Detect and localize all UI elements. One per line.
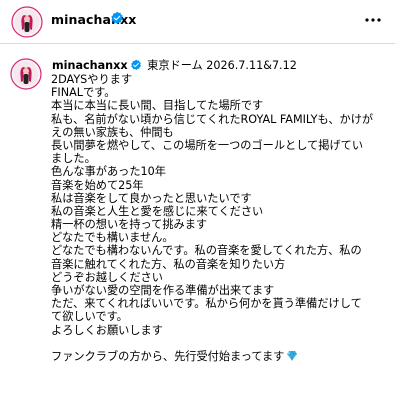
caption-avatar[interactable] bbox=[10, 58, 42, 90]
caption-line: て欲しいです。 bbox=[51, 310, 128, 324]
more-options-icon[interactable] bbox=[364, 10, 382, 30]
verified-badge-icon bbox=[130, 59, 141, 71]
caption-line: 音楽を始めて25年 bbox=[51, 178, 144, 192]
caption-line: どなたでも構わないんです。私の音楽を愛してくれた方、私の bbox=[51, 244, 362, 258]
caption-line: 本当に本当に長い間、目指してた場所です bbox=[51, 99, 264, 113]
caption-line: ただ、来てくれればいいです。私から何かを貰う準備だけして bbox=[51, 297, 362, 311]
caption-line: 私は音楽をして良かったと思いたいです bbox=[51, 191, 252, 205]
caption-text: 2DAYSやります FINALです。 本当に本当に長い間、目指してた場所です 私… bbox=[51, 73, 387, 363]
caption-line: 精一杯の想いを持って挑みます bbox=[51, 218, 208, 232]
gem-icon bbox=[287, 350, 298, 361]
caption-location-date: 東京ドーム 2026.7.11&7.12 bbox=[147, 59, 297, 72]
caption-final-line: ファンクラブの方から、先行受付始まってます bbox=[51, 350, 387, 363]
post-caption-area: minachanxx 東京ドーム 2026.7.11&7.12 2DAYSやりま… bbox=[0, 44, 395, 394]
caption-line: 私の音楽と人生と愛を感じに来てください bbox=[51, 204, 264, 218]
caption-line: どなたでも構いません。 bbox=[51, 231, 174, 245]
verified-badge-icon bbox=[111, 11, 123, 24]
caption-line: えの無い家族も、仲間も bbox=[51, 125, 174, 139]
caption-line: 私も、名前がない頃から信じてくれたROYAL FAMILYも、かけが bbox=[51, 112, 374, 126]
caption-line: 長い間夢を燃やして、この場所を一つのゴールとして掲げてい bbox=[51, 138, 364, 152]
caption-line: 音楽に触れてくれた方、私の音楽を知りたい方 bbox=[51, 257, 286, 271]
caption-line: よろしくお願いします bbox=[51, 323, 163, 337]
caption-line: どうぞお越しください bbox=[51, 270, 163, 284]
profile-avatar[interactable] bbox=[11, 6, 43, 38]
caption-line: ました。 bbox=[51, 152, 96, 166]
post-header: minachanxx bbox=[0, 0, 395, 44]
caption-line: ファンクラブの方から、先行受付始まってます bbox=[51, 349, 285, 363]
caption-line: 争いがない愛の空間を作る準備が出来てます bbox=[51, 284, 275, 297]
caption-line: FINALです。 bbox=[51, 86, 116, 100]
caption-header: minachanxx 東京ドーム 2026.7.11&7.12 bbox=[52, 59, 297, 73]
caption-username[interactable]: minachanxx bbox=[52, 59, 128, 72]
caption-line: 2DAYSやります bbox=[51, 73, 133, 86]
caption-line: 色んな事があった10年 bbox=[51, 165, 166, 179]
